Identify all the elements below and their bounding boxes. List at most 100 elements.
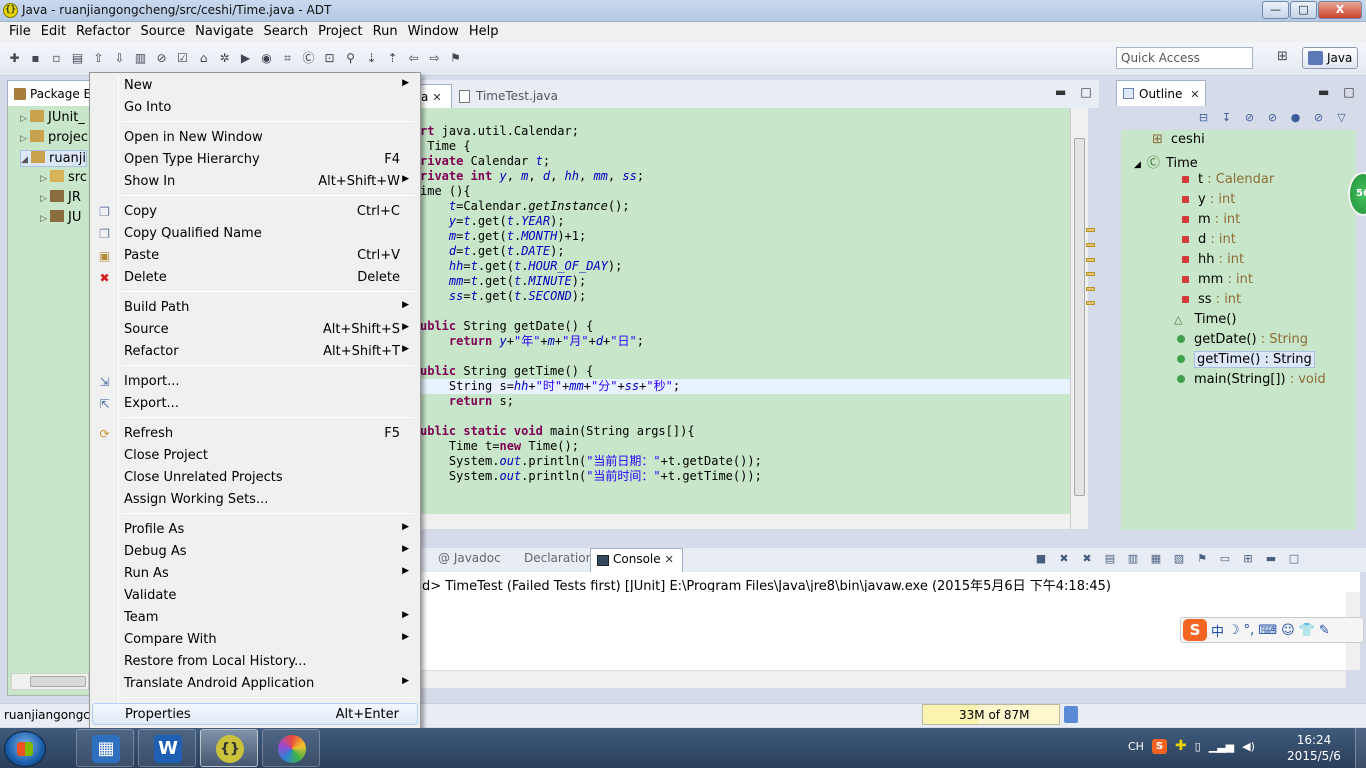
hide-static-icon[interactable]: ⊘ [1265,111,1280,126]
menu-item-team[interactable]: Team ▶ [92,607,418,629]
tree-item-ruanjian[interactable]: ◢ ruanji [20,150,88,167]
menu-item-profile-as[interactable]: Profile As ▶ [92,519,418,541]
show-desktop-button[interactable] [1355,728,1366,768]
new-java-project-icon[interactable]: ⌗ [279,50,296,67]
overview-marker[interactable] [1086,301,1095,305]
close-tab-icon[interactable]: ✕ [432,91,441,104]
menu-item-run-as[interactable]: Run As ▶ [92,563,418,585]
menu-item-import[interactable]: ⇲ Import... [92,371,418,393]
download-icon[interactable]: ⇩ [111,50,128,67]
collapse-arrow-icon[interactable]: ◢ [21,155,31,165]
tree-item-project[interactable]: ▷ projec [20,130,88,145]
tray-plus-icon[interactable]: ✚ [1175,738,1187,754]
run-external-icon[interactable]: ◉ [258,50,275,67]
show-console-icon[interactable]: ▧ [1171,552,1187,568]
outline-field[interactable]: d : int [1182,232,1236,247]
run-icon[interactable]: ▶ [237,50,254,67]
outline-field[interactable]: t : Calendar [1182,172,1274,187]
tab-javadoc[interactable]: @ Javadoc [438,551,501,565]
pin-icon[interactable]: ⚑ [447,50,464,67]
overview-marker[interactable] [1086,287,1095,291]
menu-project[interactable]: Project [313,22,367,42]
menu-item-restore-local-history[interactable]: Restore from Local History... [92,651,418,673]
ime-punctuation[interactable]: °, [1244,623,1255,638]
java-perspective-button[interactable]: Java [1302,47,1358,69]
overview-marker[interactable] [1086,243,1095,247]
clear-console-icon[interactable]: ▤ [1102,552,1118,568]
tray-device-icon[interactable]: ▯ [1195,740,1201,753]
maximize-button[interactable]: □ [1290,1,1317,19]
menu-item-properties[interactable]: Properties Alt+Enter [92,703,418,725]
menu-item-show-in[interactable]: Show In Alt+Shift+W ▶ [92,171,418,193]
open-perspective-icon[interactable]: ⊞ [1274,49,1291,66]
menu-item-refresh[interactable]: ⟳ Refresh F5 [92,423,418,445]
outline-field[interactable]: mm : int [1182,272,1253,287]
volume-icon[interactable]: ◀) [1242,740,1255,753]
outline-tab[interactable]: Outline ✕ [1116,80,1206,106]
search-icon[interactable]: ⚲ [342,50,359,67]
maximize-icon[interactable]: □ [1343,85,1354,99]
maximize-icon[interactable]: □ [1286,552,1302,568]
open-console-icon[interactable]: ⊞ [1240,552,1256,568]
package-explorer-scrollbar[interactable] [11,673,89,690]
close-tab-icon[interactable]: ✕ [665,553,674,566]
taskbar-app-wps-writer[interactable]: W [138,729,196,767]
menu-source[interactable]: Source [136,22,191,42]
pin-console-icon[interactable]: ⚑ [1194,552,1210,568]
ime-tools-icon[interactable]: ✎ [1319,623,1330,638]
menu-item-delete[interactable]: ✖ Delete Delete [92,267,418,289]
start-button[interactable] [4,731,46,767]
console-horizontal-scrollbar[interactable] [420,670,1346,688]
menu-item-close-unrelated[interactable]: Close Unrelated Projects [92,467,418,489]
menu-window[interactable]: Window [403,22,464,42]
open-type-icon[interactable]: ⊡ [321,50,338,67]
code-editor[interactable]: rt java.util.Calendar; Time { rivate Cal… [420,108,1070,529]
overview-marker[interactable] [1086,228,1095,232]
collapse-all-icon[interactable]: ⊟ [1196,111,1211,126]
expand-arrow-icon[interactable]: ▷ [40,174,50,184]
prev-annotation-icon[interactable]: ⇡ [384,50,401,67]
back-icon[interactable]: ⇦ [405,50,422,67]
menu-item-paste[interactable]: ▣ Paste Ctrl+V [92,245,418,267]
ime-keyboard-icon[interactable]: ⌨ [1258,623,1277,638]
menu-help[interactable]: Help [464,22,504,42]
maximize-icon[interactable]: □ [1080,85,1091,99]
menu-item-build-path[interactable]: Build Path ▶ [92,297,418,319]
tree-item-src[interactable]: ▷ src [40,170,87,185]
taskbar-app-file-manager[interactable]: ▦ [76,729,134,767]
ime-user-icon[interactable]: ☺ [1281,623,1295,638]
outline-field[interactable]: ss : int [1182,292,1241,307]
menu-item-refactor[interactable]: Refactor Alt+Shift+T ▶ [92,341,418,363]
next-annotation-icon[interactable]: ⇣ [363,50,380,67]
menu-navigate[interactable]: Navigate [190,22,258,42]
print-icon[interactable]: ▤ [69,50,86,67]
display-console-icon[interactable]: ▭ [1217,552,1233,568]
scrollbar-thumb[interactable] [30,676,86,687]
new-class-icon[interactable]: Ⓒ [300,50,317,67]
outline-item-class[interactable]: ◢ Ⓒ Time [1134,152,1198,171]
sort-icon[interactable]: ↧ [1219,111,1234,126]
menu-item-copy-qualified-name[interactable]: ❐ Copy Qualified Name [92,223,418,245]
outline-field[interactable]: hh : int [1182,252,1244,267]
ime-skin-icon[interactable]: 👕 [1299,623,1315,638]
new-icon[interactable]: ✚ [6,50,23,67]
tab-time-java[interactable]: a ✕ [420,84,452,108]
outline-field[interactable]: m : int [1182,212,1240,227]
hide-nonpublic-icon[interactable]: ● [1288,111,1303,126]
menu-item-copy[interactable]: ❐ Copy Ctrl+C [92,201,418,223]
tree-item-junit-lib[interactable]: ▷ JU [40,210,81,225]
close-tab-icon[interactable]: ✕ [1190,88,1199,101]
sogou-logo-icon[interactable]: S [1183,619,1207,641]
editor-vertical-scrollbar[interactable] [1070,108,1088,529]
scrollbar-thumb[interactable] [1074,138,1085,496]
save-all-icon[interactable]: ▫ [48,50,65,67]
check-icon[interactable]: ☑ [174,50,191,67]
outline-constructor[interactable]: △ Time() [1174,312,1236,327]
save-icon[interactable]: ▪ [27,50,44,67]
input-language[interactable]: CH [1128,740,1144,753]
close-button[interactable]: X [1318,1,1362,19]
tab-timetest-java[interactable]: TimeTest.java [456,84,566,108]
scroll-lock-icon[interactable]: ▥ [1125,552,1141,568]
android-sdk-icon[interactable]: ⌂ [195,50,212,67]
menu-file[interactable]: File [4,22,36,42]
